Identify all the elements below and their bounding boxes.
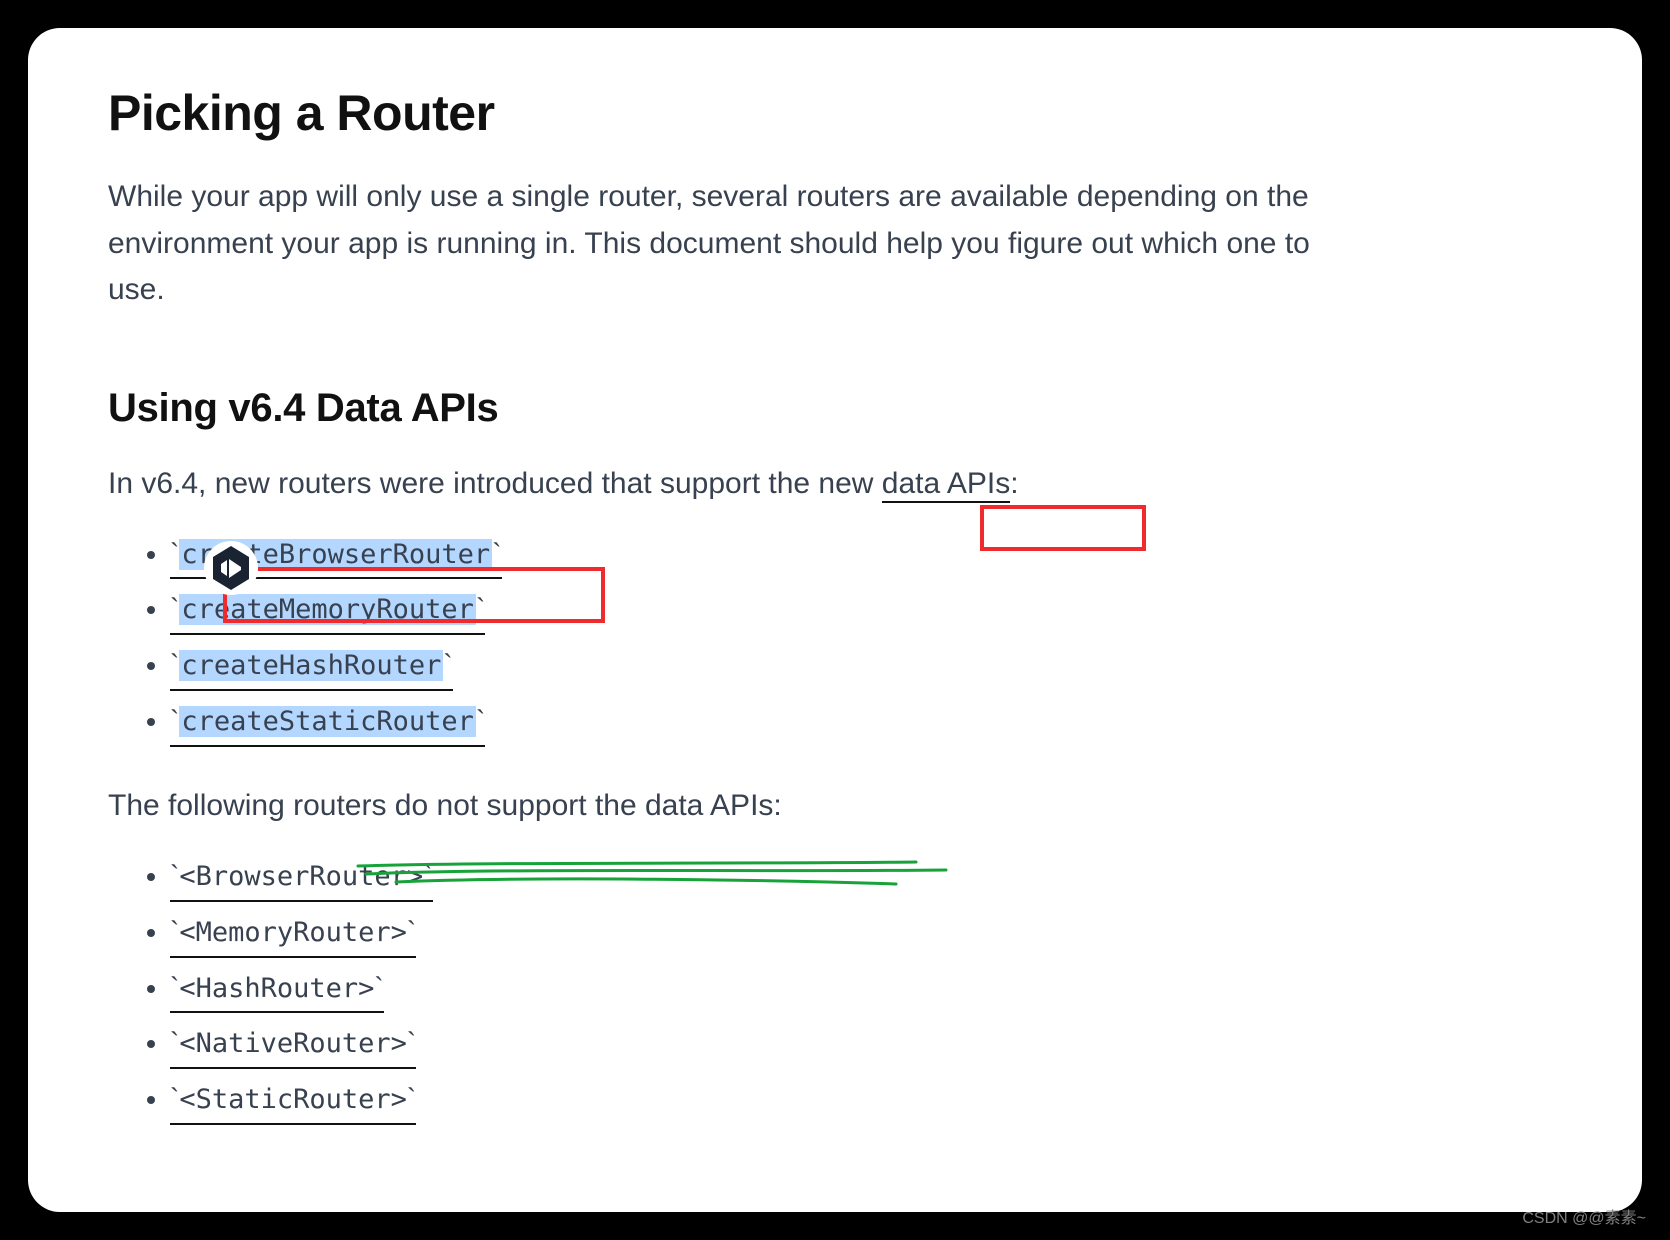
list-item: `<MemoryRouter>` — [170, 910, 1562, 958]
list-item: `<StaticRouter>` — [170, 1077, 1562, 1125]
list-item: `createMemoryRouter` — [170, 587, 1562, 635]
section-intro-colon: : — [1010, 467, 1018, 500]
section-heading: Using v6.4 Data APIs — [108, 386, 1562, 431]
list-item: `<BrowserRouter>` — [170, 854, 1562, 902]
hex-badge-icon — [203, 540, 259, 596]
router-link[interactable]: <BrowserRouter> — [179, 861, 423, 892]
document-card: Picking a Router While your app will onl… — [28, 28, 1642, 1212]
section-intro: In v6.4, new routers were introduced tha… — [108, 461, 1562, 506]
router-link[interactable]: <HashRouter> — [179, 973, 374, 1004]
intro-paragraph: While your app will only use a single ro… — [108, 174, 1368, 314]
page-title: Picking a Router — [108, 84, 1562, 142]
unsupported-routers-list: `<BrowserRouter>` `<MemoryRouter>` `<Has… — [108, 854, 1562, 1125]
router-link[interactable]: createMemoryRouter — [179, 594, 476, 625]
list-item: `createStaticRouter` — [170, 699, 1562, 747]
section-intro-text: In v6.4, new routers were introduced tha… — [108, 467, 882, 500]
router-link[interactable]: createHashRouter — [179, 650, 443, 681]
router-link[interactable]: createStaticRouter — [179, 706, 476, 737]
data-apis-link[interactable]: data APIs — [882, 467, 1010, 503]
unsupported-intro: The following routers do not support the… — [108, 783, 1562, 828]
supported-routers-list: `createBrowserRouter` `createMemoryRoute… — [108, 532, 1562, 747]
watermark-text: CSDN @@素素~ — [1522, 1204, 1646, 1228]
list-item: `createBrowserRouter` — [170, 532, 1562, 580]
list-item: `<HashRouter>` — [170, 966, 1562, 1014]
router-link[interactable]: <MemoryRouter> — [179, 917, 407, 948]
list-item: `<NativeRouter>` — [170, 1021, 1562, 1069]
list-item: `createHashRouter` — [170, 643, 1562, 691]
router-link[interactable]: <StaticRouter> — [179, 1084, 407, 1115]
router-link[interactable]: <NativeRouter> — [179, 1028, 407, 1059]
